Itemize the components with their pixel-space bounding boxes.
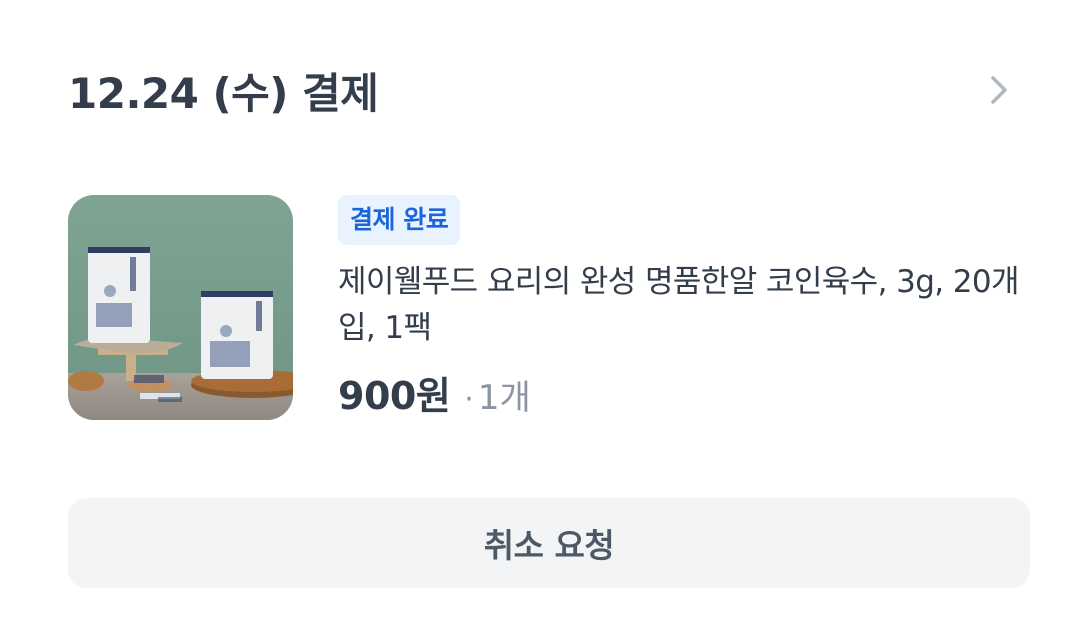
product-info: 결제 완료 제이웰푸드 요리의 완성 명품한알 코인육수, 3g, 20개입, … <box>338 195 1028 420</box>
order-header[interactable]: 12.24 (수) 결제 <box>68 58 1028 122</box>
order-card: 12.24 (수) 결제 결제 완료 제이웰푸드 요리의 완성 명품한알 코인육… <box>0 0 1080 626</box>
price-row: 900원 · 1개 <box>338 365 1028 420</box>
status-badge: 결제 완료 <box>338 195 461 245</box>
product-thumbnail[interactable] <box>68 195 293 420</box>
chevron-right-icon[interactable] <box>984 70 1014 110</box>
cancel-request-button[interactable]: 취소 요청 <box>68 498 1030 588</box>
product-quantity: 1개 <box>477 378 531 418</box>
product-price: 900원 <box>338 374 451 418</box>
order-date-title: 12.24 (수) 결제 <box>68 68 379 118</box>
product-name[interactable]: 제이웰푸드 요리의 완성 명품한알 코인육수, 3g, 20개입, 1팩 <box>338 259 1028 351</box>
separator-dot: · <box>464 382 474 417</box>
product-item[interactable]: 결제 완료 제이웰푸드 요리의 완성 명품한알 코인육수, 3g, 20개입, … <box>68 195 1028 435</box>
